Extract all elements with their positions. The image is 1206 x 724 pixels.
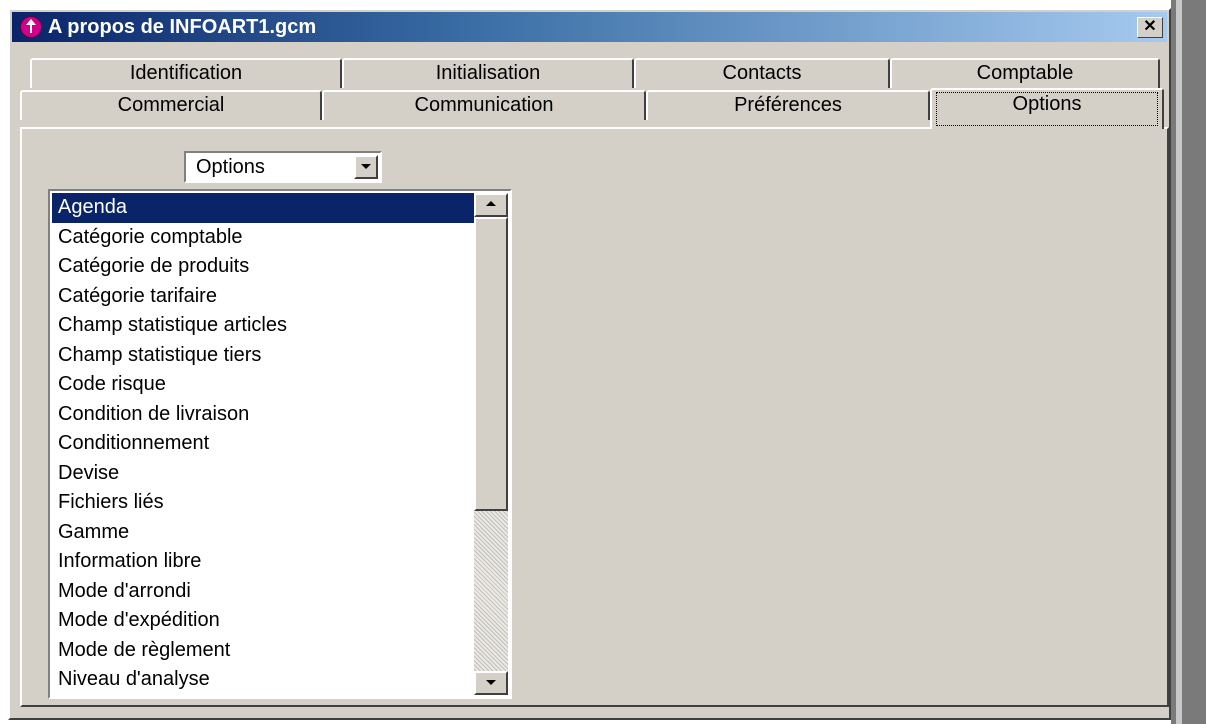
tab-initialisation[interactable]: Initialisation <box>342 58 634 88</box>
list-item[interactable]: Mode d'arrondi <box>52 577 474 607</box>
list-item[interactable]: Condition de livraison <box>52 400 474 430</box>
list-item[interactable]: Information libre <box>52 547 474 577</box>
list-item[interactable]: Agenda <box>52 193 474 223</box>
about-dialog: A propos de INFOART1.gcm ✕ Identificatio… <box>8 8 1171 720</box>
tab-label: Contacts <box>722 62 802 84</box>
tab-label: Identification <box>129 62 243 84</box>
tab-options[interactable]: Options <box>930 88 1164 129</box>
list-item[interactable]: Devise <box>52 459 474 489</box>
tab-label: Préférences <box>734 94 842 116</box>
list-item[interactable]: Gamme <box>52 518 474 548</box>
list-item[interactable]: Code risque <box>52 370 474 400</box>
tab-label: Options <box>1012 93 1082 115</box>
close-button[interactable]: ✕ <box>1137 17 1163 38</box>
scroll-down-button[interactable] <box>474 671 508 695</box>
tab-communication[interactable]: Communication <box>322 90 646 120</box>
window-edge <box>1171 0 1206 724</box>
tab-commercial[interactable]: Commercial <box>20 90 322 120</box>
list-item[interactable]: Niveau d'analyse <box>52 665 474 695</box>
options-combo[interactable]: Options <box>184 151 382 183</box>
tab-label: Commercial <box>117 94 225 116</box>
list-item[interactable]: Conditionnement <box>52 429 474 459</box>
arrow-up-icon <box>486 201 496 206</box>
app-arrow-icon <box>20 16 42 38</box>
arrow-down-icon <box>486 680 496 685</box>
list-item[interactable]: Champ statistique tiers <box>52 341 474 371</box>
scroll-up-button[interactable] <box>474 193 508 217</box>
list-item[interactable]: Mode d'expédition <box>52 606 474 636</box>
combo-value: Options <box>196 156 265 178</box>
combo-dropdown-button[interactable] <box>354 155 378 179</box>
tab-label: Communication <box>414 94 554 116</box>
options-panel: Options Agenda Catégorie comptable Catégor… <box>20 127 1169 707</box>
close-icon: ✕ <box>1143 18 1157 35</box>
tab-contacts[interactable]: Contacts <box>634 58 890 88</box>
tab-focus-rect: Options <box>936 92 1158 126</box>
window-title: A propos de INFOART1.gcm <box>48 16 317 38</box>
list-item[interactable]: Catégorie comptable <box>52 223 474 253</box>
tab-label: Initialisation <box>435 62 541 84</box>
list-items: Agenda Catégorie comptable Catégorie de pr… <box>52 193 474 695</box>
title-bar[interactable]: A propos de INFOART1.gcm ✕ <box>12 12 1167 42</box>
tab-preferences[interactable]: Préférences <box>646 90 930 120</box>
chevron-down-icon <box>361 164 371 169</box>
list-item[interactable]: Catégorie tarifaire <box>52 282 474 312</box>
scroll-thumb[interactable] <box>474 217 508 511</box>
list-item[interactable]: Catégorie de produits <box>52 252 474 282</box>
tab-label: Comptable <box>976 62 1074 84</box>
vertical-scrollbar[interactable] <box>474 193 508 695</box>
tab-comptable[interactable]: Comptable <box>890 58 1160 88</box>
tab-identification[interactable]: Identification <box>30 58 342 88</box>
list-item[interactable]: Fichiers liés <box>52 488 474 518</box>
list-item[interactable]: Mode de règlement <box>52 636 474 666</box>
list-item[interactable]: Champ statistique articles <box>52 311 474 341</box>
options-listbox[interactable]: Agenda Catégorie comptable Catégorie de pr… <box>48 189 512 699</box>
